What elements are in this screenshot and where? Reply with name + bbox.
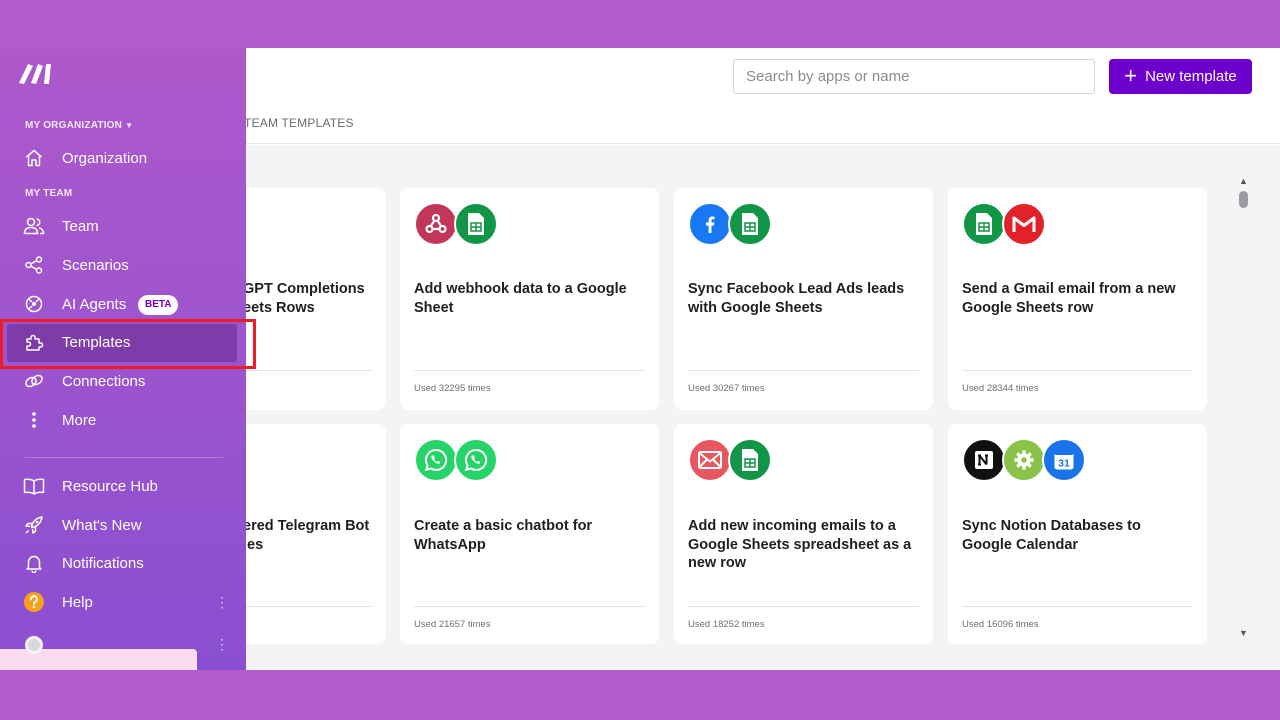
new-template-label: New template [1145,68,1237,85]
scroll-up-icon[interactable]: ▲ [1239,176,1248,186]
bell-icon [23,552,45,574]
sidebar-item-team[interactable]: Team [0,207,246,245]
template-title: Create a basic chatbot for WhatsApp [414,518,593,553]
app-window: + New template TEAM TEMPLATES GPT Comple… [0,48,1280,670]
app-icons [414,438,498,482]
webhook-icon [414,202,458,246]
app-icons: 31 [962,438,1086,482]
calendar-day-label: 31 [1058,458,1070,470]
usage-count: Used 28344 times [962,383,1039,394]
whatsapp-icon [454,438,498,482]
email-icon [688,438,732,482]
plus-icon: + [1124,62,1138,88]
sidebar-item-label: Notifications [62,554,144,572]
make-logo-icon[interactable] [17,61,53,85]
section-label: MY ORGANIZATION [25,120,123,131]
highlight-annotation-box [0,319,256,369]
template-card[interactable]: Add new incoming emails to a Google Shee… [674,424,933,644]
usage-count: Used 18252 times [688,619,765,630]
app-icons [688,438,772,482]
google-calendar-icon: 31 [1042,438,1086,482]
more-vertical-icon [23,409,45,431]
sidebar-item-label: Help [62,593,93,611]
template-card[interactable]: Sync Facebook Lead Ads leads with Google… [674,188,933,410]
sidebar-item-scenarios[interactable]: Scenarios [0,246,246,284]
more-options-icon[interactable]: ⋮ [215,637,229,651]
notion-icon [962,438,1006,482]
scroll-down-icon[interactable]: ▼ [1239,628,1248,638]
card-divider [688,606,919,607]
template-card[interactable]: Send a Gmail email from a new Google She… [948,188,1207,410]
link-icon [23,370,45,392]
home-icon [23,147,45,169]
more-options-icon[interactable]: ⋮ [215,595,229,609]
avatar[interactable] [25,636,43,654]
card-divider [962,606,1193,607]
template-title: Sync Facebook Lead Ads leads with Google… [688,281,905,316]
sidebar-item-label: Resource Hub [62,477,158,495]
sidebar-item-more[interactable]: More [0,401,246,439]
usage-count: Used 32295 times [414,383,491,394]
section-my-team: MY TEAM [25,188,73,199]
sidebar-item-ai-agents[interactable]: AI Agents BETA [0,285,246,323]
template-card[interactable]: Create a basic chatbot for WhatsApp Used… [400,424,659,644]
section-my-organization[interactable]: MY ORGANIZATION ▼ [25,120,133,131]
tab-team-templates[interactable]: TEAM TEMPLATES [244,116,354,130]
users-icon [23,215,45,237]
template-title: Sync Notion Databases to Google Calendar [962,518,1141,553]
sidebar-item-label: Organization [62,149,148,167]
card-divider [414,606,645,607]
caret-down-icon: ▼ [125,121,134,130]
sidebar-item-notifications[interactable]: Notifications [0,544,246,582]
app-icons [414,202,498,246]
sidebar-item-whats-new[interactable]: What's New [0,506,246,544]
new-template-button[interactable]: + New template [1109,59,1252,94]
google-sheets-icon [728,202,772,246]
template-card[interactable]: Add webhook data to a Google Sheet Used … [400,188,659,410]
card-divider [688,370,919,371]
help-icon [23,591,45,613]
search-input[interactable] [733,59,1095,94]
sidebar-item-label: Connections [62,372,146,390]
template-card[interactable]: 31 Sync Notion Databases to Google Calen… [948,424,1207,644]
beta-badge: BETA [138,295,179,315]
sidebar-item-help[interactable]: Help ⋮ [0,583,246,621]
share-nodes-icon [23,254,45,276]
google-sheets-icon [454,202,498,246]
app-icons [688,202,772,246]
sidebar-item-label: Scenarios [62,256,129,274]
ai-agent-icon [23,293,45,315]
sidebar-item-organization[interactable]: Organization [0,139,246,177]
app-icons [962,202,1046,246]
card-divider [243,606,372,607]
book-icon [23,475,45,497]
gear-icon [1002,438,1046,482]
scrollbar-thumb[interactable] [1239,191,1248,208]
sidebar-divider [25,457,223,458]
card-divider [962,370,1193,371]
sidebar-item-label: AI Agents [62,295,127,313]
card-divider [243,370,372,371]
template-title: Add webhook data to a Google Sheet [414,281,627,316]
sidebar-item-label: More [62,411,97,429]
rocket-icon [23,514,45,536]
usage-count: Used 21657 times [414,619,491,630]
usage-count: Used 30267 times [688,383,765,394]
sidebar-item-resource-hub[interactable]: Resource Hub [0,467,246,505]
gmail-icon [1002,202,1046,246]
whatsapp-icon [414,438,458,482]
google-sheets-icon [962,202,1006,246]
template-title: Add new incoming emails to a Google Shee… [688,518,912,571]
facebook-icon [688,202,732,246]
usage-count: Used 16096 times [962,619,1039,630]
card-divider [414,370,645,371]
sidebar-item-label: What's New [62,516,142,534]
sidebar-item-label: Team [62,217,99,235]
template-title: Send a Gmail email from a new Google She… [962,281,1176,316]
google-sheets-icon [728,438,772,482]
